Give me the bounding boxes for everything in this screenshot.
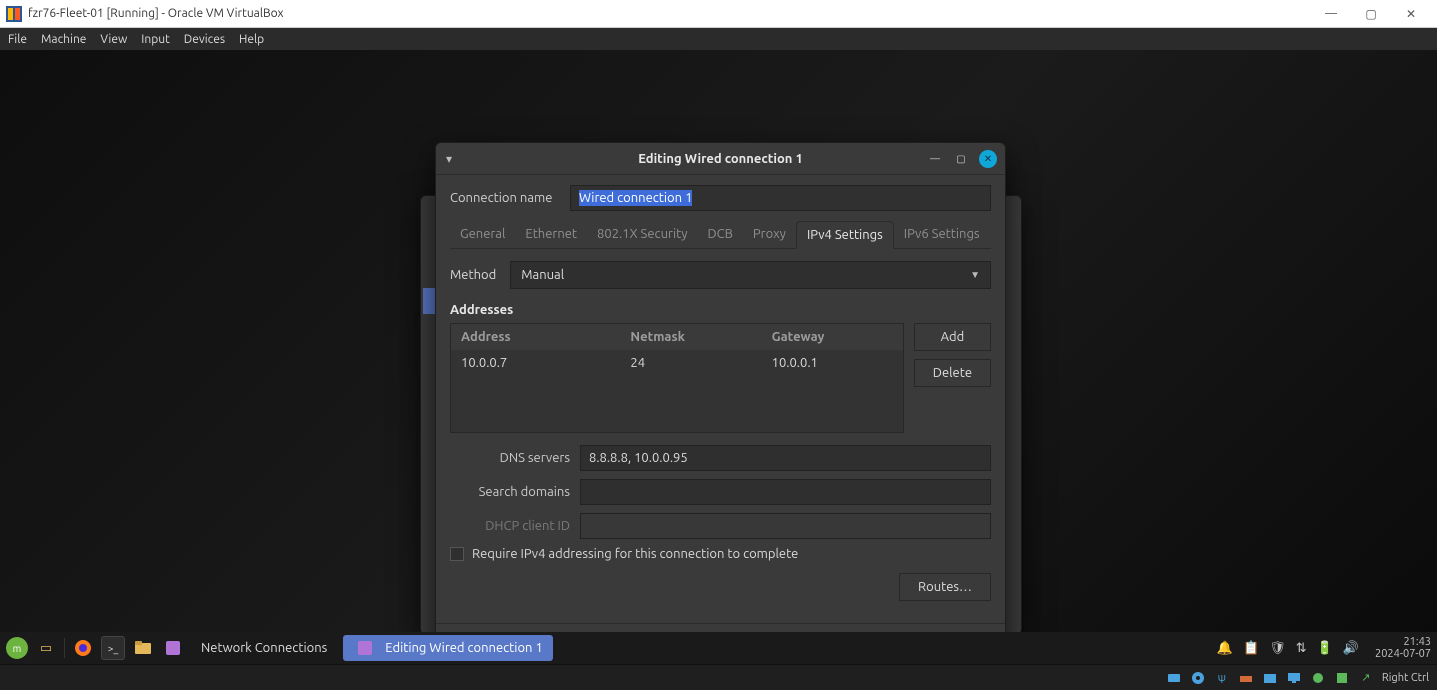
dhcp-client-id-input [580, 513, 991, 539]
show-desktop-icon[interactable]: ▭ [34, 636, 58, 660]
dns-servers-label: DNS servers [450, 451, 570, 465]
terminal-icon[interactable]: >_ [101, 636, 125, 660]
method-select[interactable]: Manual ▼ [510, 261, 991, 289]
vb-maximize-button[interactable]: ▢ [1351, 7, 1391, 21]
delete-button[interactable]: Delete [914, 359, 991, 387]
tab-ipv6-settings[interactable]: IPv6 Settings [894, 221, 990, 248]
shield-icon[interactable]: 🛡 [1269, 641, 1286, 656]
cell-netmask[interactable]: 24 [620, 350, 761, 376]
taskbar-app-editing-connection[interactable]: Editing Wired connection 1 [343, 635, 552, 661]
tab-ethernet[interactable]: Ethernet [515, 221, 587, 248]
tab-dcb[interactable]: DCB [698, 221, 743, 248]
usb-icon[interactable]: ψ [1214, 670, 1230, 686]
firefox-icon[interactable] [71, 636, 95, 660]
search-domains-label: Search domains [450, 485, 570, 499]
volume-icon[interactable]: 🔊 [1343, 641, 1359, 656]
cpu-icon[interactable] [1334, 670, 1350, 686]
notification-icon[interactable]: 🔔 [1217, 641, 1233, 656]
svg-text:m: m [13, 643, 22, 654]
tab-proxy[interactable]: Proxy [743, 221, 796, 248]
network-icon[interactable] [161, 636, 185, 660]
chevron-down-icon: ▼ [970, 269, 980, 281]
method-value: Manual [521, 268, 564, 282]
col-address: Address [451, 324, 620, 350]
file-manager-icon[interactable] [131, 636, 155, 660]
host-key-label: Right Ctrl [1382, 672, 1429, 684]
dialog-title: Editing Wired connection 1 [638, 152, 803, 166]
clock-time: 21:43 [1375, 636, 1431, 648]
vm-desktop: ▾ Editing Wired connection 1 — ▢ ✕ Conne… [0, 50, 1437, 690]
cell-address[interactable]: 10.0.0.7 [451, 350, 620, 376]
battery-icon[interactable]: 🔋 [1317, 641, 1333, 656]
col-gateway: Gateway [762, 324, 903, 350]
display-icon[interactable] [1286, 670, 1302, 686]
hdd-icon[interactable] [1166, 670, 1182, 686]
clock-date: 2024-07-07 [1375, 648, 1431, 660]
tab-ipv4-settings[interactable]: IPv4 Settings [796, 221, 894, 249]
add-button[interactable]: Add [914, 323, 991, 351]
vb-app-icon [6, 6, 22, 22]
method-label: Method [450, 268, 496, 282]
editing-connection-dialog: ▾ Editing Wired connection 1 — ▢ ✕ Conne… [435, 142, 1006, 681]
mint-menu-icon[interactable]: m [6, 637, 28, 659]
vb-menu-input[interactable]: Input [141, 33, 170, 46]
vb-menu-view[interactable]: View [100, 33, 127, 46]
dns-servers-input[interactable] [580, 445, 991, 471]
dialog-maximize-button[interactable]: ▢ [953, 151, 969, 167]
routes-button[interactable]: Routes… [899, 573, 991, 601]
virtualbox-window: fzr76-Fleet-01 [Running] - Oracle VM Vir… [0, 0, 1437, 690]
connection-name-value: Wired connection 1 [579, 190, 692, 206]
selected-connection-highlight [423, 288, 435, 314]
mouse-integration-icon[interactable]: ↗ [1358, 670, 1374, 686]
vb-menu-devices[interactable]: Devices [184, 33, 225, 46]
connection-name-input[interactable]: Wired connection 1 [570, 185, 991, 211]
col-netmask: Netmask [620, 324, 761, 350]
addresses-label: Addresses [450, 303, 991, 317]
vb-statusbar: ψ ↗ Right Ctrl [0, 664, 1437, 690]
cell-gateway[interactable]: 10.0.0.1 [762, 350, 903, 376]
vb-menubar: File Machine View Input Devices Help [0, 28, 1437, 50]
network-adapter-icon[interactable] [1238, 670, 1254, 686]
settings-tabs: General Ethernet 802.1X Security DCB Pro… [450, 221, 991, 249]
recording-icon[interactable] [1310, 670, 1326, 686]
vb-menu-help[interactable]: Help [239, 33, 264, 46]
vb-menu-file[interactable]: File [8, 33, 27, 46]
taskbar-app-label: Network Connections [201, 641, 327, 655]
addresses-table[interactable]: Address Netmask Gateway 10.0.0.7 24 10.0… [450, 323, 904, 433]
system-tray: 🔔 📋 🛡 ⇅ 🔋 🔊 21:43 2024-07-07 [1217, 636, 1431, 660]
vb-titlebar: fzr76-Fleet-01 [Running] - Oracle VM Vir… [0, 0, 1437, 28]
require-ipv4-checkbox[interactable] [450, 547, 464, 561]
dialog-titlebar[interactable]: ▾ Editing Wired connection 1 — ▢ ✕ [436, 143, 1005, 175]
vb-close-button[interactable]: ✕ [1391, 7, 1431, 21]
tab-8021x[interactable]: 802.1X Security [587, 221, 697, 248]
network-icon [353, 636, 377, 660]
connection-name-label: Connection name [450, 191, 570, 205]
tab-general[interactable]: General [450, 221, 515, 248]
taskbar-app-label: Editing Wired connection 1 [385, 641, 542, 655]
chevron-down-icon[interactable]: ▾ [446, 152, 452, 166]
search-domains-input[interactable] [580, 479, 991, 505]
dialog-close-button[interactable]: ✕ [979, 150, 997, 168]
clipboard-icon[interactable]: 📋 [1243, 641, 1259, 656]
dialog-minimize-button[interactable]: — [927, 151, 943, 167]
vb-window-title: fzr76-Fleet-01 [Running] - Oracle VM Vir… [28, 7, 284, 20]
require-ipv4-label: Require IPv4 addressing for this connect… [472, 547, 798, 561]
network-tray-icon[interactable]: ⇅ [1296, 641, 1307, 656]
taskbar-app-network-connections[interactable]: Network Connections [191, 635, 337, 661]
vb-menu-machine[interactable]: Machine [41, 33, 86, 46]
table-row[interactable]: 10.0.0.7 24 10.0.0.1 [451, 350, 903, 376]
dhcp-client-id-label: DHCP client ID [450, 519, 570, 533]
clock[interactable]: 21:43 2024-07-07 [1375, 636, 1431, 660]
vb-minimize-button[interactable]: — [1311, 7, 1351, 20]
shared-folder-icon[interactable] [1262, 670, 1278, 686]
optical-icon[interactable] [1190, 670, 1206, 686]
linux-taskbar: m ▭ >_ Network Connections Editing Wire [0, 632, 1437, 664]
